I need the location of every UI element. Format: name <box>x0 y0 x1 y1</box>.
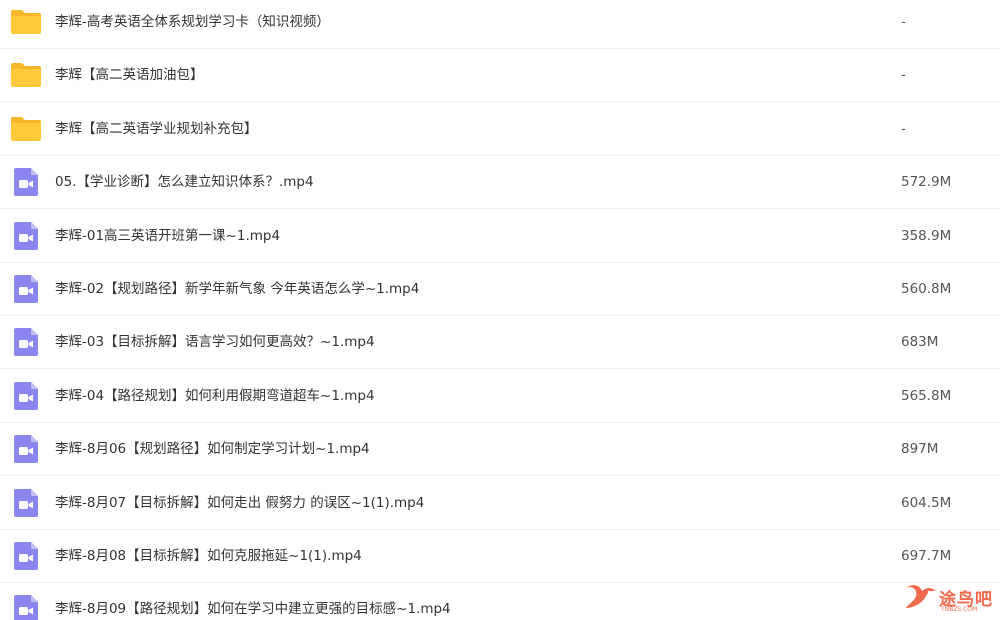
file-row[interactable]: 李辉-03【目标拆解】语言学习如何更高效？~1.mp4 683M <box>0 316 1000 370</box>
file-size: 572.9M <box>901 174 952 191</box>
watermark: 途鸟吧 TNBZS.COM <box>902 582 996 616</box>
folder-icon <box>10 5 42 37</box>
video-file-icon <box>10 325 42 357</box>
file-row[interactable]: 05.【学业诊断】怎么建立知识体系？.mp4 572.9M <box>0 156 1000 210</box>
file-size: 897M <box>901 441 939 458</box>
file-name[interactable]: 李辉【高二英语学业规划补充包】 <box>55 103 258 156</box>
file-row[interactable]: 李辉-8月07【目标拆解】如何走出 假努力 的误区~1(1).mp4 604.5M <box>0 477 1000 530</box>
video-file-icon <box>10 379 42 411</box>
folder-icon <box>10 58 42 90</box>
watermark-subtext: TNBZS.COM <box>941 606 978 613</box>
video-file-icon <box>10 592 42 620</box>
file-row[interactable]: 李辉-8月09【路径规划】如何在学习中建立更强的目标感~1.mp4 <box>0 583 1000 620</box>
folder-row[interactable]: 李辉-高考英语全体系规划学习卡（知识视频） - <box>0 0 1000 49</box>
file-size: 560.8M <box>901 281 952 297</box>
file-name[interactable]: 李辉-01高三英语开班第一课~1.mp4 <box>55 210 280 263</box>
video-file-icon <box>10 486 42 518</box>
folder-row[interactable]: 李辉【高二英语加油包】 - <box>0 49 1000 103</box>
file-row[interactable]: 李辉-04【路径规划】如何利用假期弯道超车~1.mp4 565.8M <box>0 370 1000 423</box>
file-name[interactable]: 李辉-8月06【规划路径】如何制定学习计划~1.mp4 <box>55 423 370 476</box>
file-row[interactable]: 李辉-01高三英语开班第一课~1.mp4 358.9M <box>0 210 1000 263</box>
file-size: - <box>901 120 906 137</box>
file-size: - <box>901 14 906 30</box>
file-size: 697.7M <box>901 548 952 564</box>
file-name[interactable]: 李辉【高二英语加油包】 <box>55 49 204 102</box>
video-file-icon <box>10 539 42 571</box>
file-size: 565.8M <box>901 387 952 404</box>
bird-logo-icon <box>906 585 936 608</box>
folder-icon <box>10 112 42 144</box>
file-name[interactable]: 李辉-高考英语全体系规划学习卡（知识视频） <box>55 0 330 49</box>
file-size: 604.5M <box>901 494 952 511</box>
video-file-icon <box>10 219 42 251</box>
file-row[interactable]: 李辉-8月08【目标拆解】如何克服拖延~1(1).mp4 697.7M <box>0 530 1000 583</box>
file-name[interactable]: 李辉-8月07【目标拆解】如何走出 假努力 的误区~1(1).mp4 <box>55 477 424 530</box>
video-file-icon <box>10 165 42 197</box>
file-name[interactable]: 李辉-02【规划路径】新学年新气象 今年英语怎么学~1.mp4 <box>55 263 419 316</box>
file-size: 683M <box>901 334 939 351</box>
file-size: - <box>901 67 906 84</box>
file-name[interactable]: 05.【学业诊断】怎么建立知识体系？.mp4 <box>55 156 314 209</box>
video-file-icon <box>10 432 42 464</box>
file-size: 358.9M <box>901 227 952 244</box>
file-name[interactable]: 李辉-8月08【目标拆解】如何克服拖延~1(1).mp4 <box>55 530 362 583</box>
file-name[interactable]: 李辉-03【目标拆解】语言学习如何更高效？~1.mp4 <box>55 316 375 369</box>
folder-row[interactable]: 李辉【高二英语学业规划补充包】 - <box>0 103 1000 156</box>
video-file-icon <box>10 272 42 304</box>
file-row[interactable]: 李辉-8月06【规划路径】如何制定学习计划~1.mp4 897M <box>0 423 1000 477</box>
file-row[interactable]: 李辉-02【规划路径】新学年新气象 今年英语怎么学~1.mp4 560.8M <box>0 263 1000 316</box>
file-name[interactable]: 李辉-04【路径规划】如何利用假期弯道超车~1.mp4 <box>55 370 375 423</box>
file-name[interactable]: 李辉-8月09【路径规划】如何在学习中建立更强的目标感~1.mp4 <box>55 583 451 620</box>
file-list: 李辉-高考英语全体系规划学习卡（知识视频） - 李辉【高二英语加油包】 - 李辉【高二英… <box>0 0 1000 620</box>
